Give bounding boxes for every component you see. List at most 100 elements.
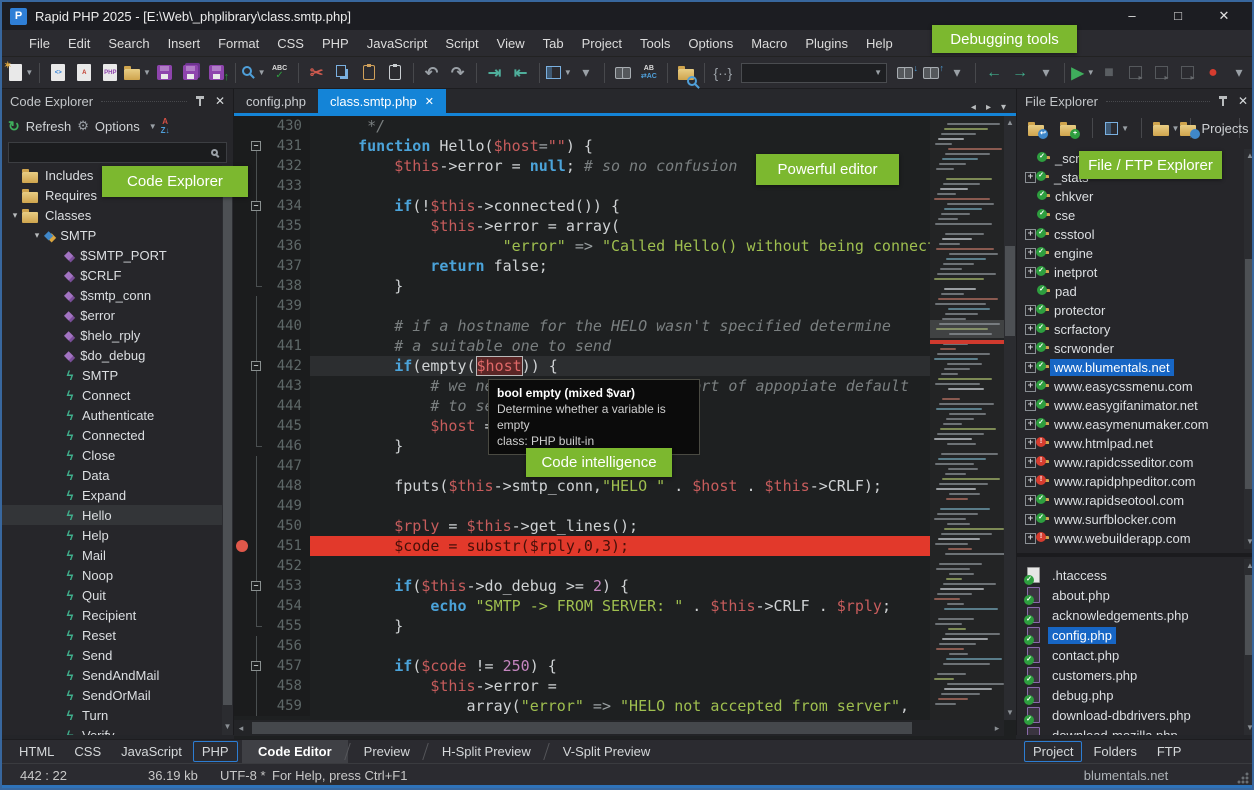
menu-macro[interactable]: Macro (742, 32, 796, 55)
breakpoint-gutter[interactable] (234, 636, 250, 656)
code-line-454[interactable]: 454 echo "SMTP -> FROM SERVER: " . $this… (234, 596, 1016, 616)
folder-item-www-blumentals-net[interactable]: +✓www.blumentals.net (1017, 358, 1244, 377)
tree-item-connect[interactable]: ϟConnect (2, 385, 222, 405)
file-tree-scrollbar[interactable]: ▲ ▼ (1244, 149, 1254, 549)
tab-code-editor[interactable]: Code Editor (242, 740, 348, 763)
chevron-down-icon[interactable]: ▾ (8, 210, 22, 221)
fold-gutter[interactable] (250, 316, 264, 336)
breakpoint-gutter[interactable] (234, 216, 250, 236)
indent-button[interactable]: ⇥ (483, 60, 507, 86)
expand-icon[interactable]: + (1025, 495, 1036, 506)
code-text[interactable]: */ (310, 116, 930, 136)
step-out-button[interactable] (1175, 60, 1199, 86)
save-all-button[interactable] (179, 60, 203, 86)
expand-icon[interactable]: + (1025, 400, 1036, 411)
macro-dropdown[interactable]: ▾ (1227, 60, 1251, 86)
copy-button[interactable] (331, 60, 355, 86)
code-line-455[interactable]: 455 } (234, 616, 1016, 636)
code-text[interactable] (310, 636, 930, 656)
folder-item-pad[interactable]: ✓pad (1017, 282, 1244, 301)
code-text[interactable]: $this->error = (310, 676, 930, 696)
breakpoint-gutter[interactable] (234, 696, 250, 716)
fold-gutter[interactable] (250, 596, 264, 616)
menu-tab[interactable]: Tab (534, 32, 573, 55)
breakpoint-gutter[interactable] (234, 116, 250, 136)
folder-item-inetprot[interactable]: +✓inetprot (1017, 263, 1244, 282)
fold-gutter[interactable] (250, 156, 264, 176)
code-explorer-search-input[interactable] (8, 142, 227, 163)
fold-gutter[interactable] (250, 536, 264, 556)
find-options-dropdown[interactable]: ▾ (945, 60, 969, 86)
code-line-439[interactable]: 439 (234, 296, 1016, 316)
folder-item-scrwonder[interactable]: +✓scrwonder (1017, 339, 1244, 358)
breakpoint-gutter[interactable] (234, 516, 250, 536)
file-item-customers-php[interactable]: ✓customers.php (1017, 665, 1244, 685)
tab-scroll-right-icon[interactable]: ▸ (986, 102, 991, 113)
tree-item-hello[interactable]: ϟHello (2, 505, 222, 525)
code-text[interactable]: echo "SMTP -> FROM SERVER: " . $this->CR… (310, 596, 930, 616)
folder-item-csstool[interactable]: +✓csstool (1017, 225, 1244, 244)
scroll-left-icon[interactable]: ◂ (234, 720, 248, 736)
pin-icon[interactable] (195, 95, 205, 107)
breakpoint-gutter[interactable] (234, 276, 250, 296)
expand-icon[interactable]: + (1025, 324, 1036, 335)
tree-item-helo_rply[interactable]: ◆$helo_rply (2, 325, 222, 345)
browse-folder-button[interactable]: ▼ (1154, 115, 1178, 141)
tree-item-noop[interactable]: ϟNoop (2, 565, 222, 585)
minimize-button[interactable]: – (1122, 8, 1142, 24)
breakpoint-gutter[interactable] (234, 436, 250, 456)
navigate-dropdown[interactable]: ▾ (1034, 60, 1058, 86)
fold-gutter[interactable] (250, 636, 264, 656)
code-text[interactable]: array("error" => "HELO not accepted from… (310, 696, 930, 716)
tree-item-crlf[interactable]: ◆$CRLF (2, 265, 222, 285)
menu-view[interactable]: View (488, 32, 534, 55)
tree-item-smtp[interactable]: ϟSMTP (2, 365, 222, 385)
cut-button[interactable]: ✂ (305, 60, 329, 86)
scroll-up-icon[interactable]: ▲ (1244, 560, 1254, 572)
fold-gutter[interactable] (250, 516, 264, 536)
fold-gutter[interactable] (250, 496, 264, 516)
fold-collapse-icon[interactable]: − (251, 661, 261, 671)
breakpoint-gutter[interactable] (234, 316, 250, 336)
code-text[interactable]: if($this->do_debug >= 2) { (310, 576, 930, 596)
tab-preview[interactable]: Preview (348, 740, 426, 763)
breakpoint-gutter[interactable] (234, 256, 250, 276)
breakpoint-gutter[interactable] (234, 476, 250, 496)
code-line-449[interactable]: 449 (234, 496, 1016, 516)
tree-item-close[interactable]: ϟClose (2, 445, 222, 465)
folder-item-www-rapidseotool-com[interactable]: +✓www.rapidseotool.com (1017, 491, 1244, 510)
expand-icon[interactable]: + (1025, 476, 1036, 487)
breakpoint-gutter[interactable] (234, 576, 250, 596)
tree-item-smtp_conn[interactable]: ◆$smtp_conn (2, 285, 222, 305)
tree-item-reset[interactable]: ϟReset (2, 625, 222, 645)
tree-item-smtp[interactable]: ▾◆SMTP (2, 225, 222, 245)
fold-gutter[interactable] (250, 616, 264, 636)
replace-button[interactable]: AB⇄AC (637, 60, 661, 86)
quick-search-combo[interactable]: ▼ (737, 60, 891, 86)
breakpoint-gutter[interactable] (234, 236, 250, 256)
fold-gutter[interactable]: − (250, 196, 264, 216)
folder-item-www-easygifanimator-net[interactable]: +✓www.easygifanimator.net (1017, 396, 1244, 415)
code-text[interactable]: if(!$this->connected()) { (310, 196, 930, 216)
menu-format[interactable]: Format (209, 32, 268, 55)
folder-item-www-rapidcsseditor-com[interactable]: +!www.rapidcsseditor.com (1017, 453, 1244, 472)
paste-as-text-button[interactable] (383, 60, 407, 86)
code-text[interactable]: "error" => "Called Hello() without being… (310, 236, 930, 256)
redo-button[interactable]: ↷ (446, 60, 470, 86)
tab-config-php[interactable]: config.php (234, 89, 318, 113)
menu-edit[interactable]: Edit (59, 32, 99, 55)
breakpoint-gutter[interactable] (234, 356, 250, 376)
navigate-forward-button[interactable]: → (1008, 60, 1032, 86)
breakpoint-icon[interactable] (236, 540, 248, 552)
folder-item-engine[interactable]: +✓engine (1017, 244, 1244, 263)
find-in-files-button[interactable] (611, 60, 635, 86)
chevron-down-icon[interactable]: ▾ (30, 230, 44, 241)
undo-button[interactable]: ↶ (420, 60, 444, 86)
breakpoint-gutter[interactable] (234, 596, 250, 616)
panel-layout-button[interactable]: ▼ (546, 60, 572, 86)
quick-search-input[interactable]: ▼ (741, 63, 887, 83)
expand-icon[interactable]: + (1025, 457, 1036, 468)
tab-css[interactable]: CSS (65, 741, 110, 762)
fold-gutter[interactable]: − (250, 656, 264, 676)
expand-icon[interactable]: + (1025, 229, 1036, 240)
